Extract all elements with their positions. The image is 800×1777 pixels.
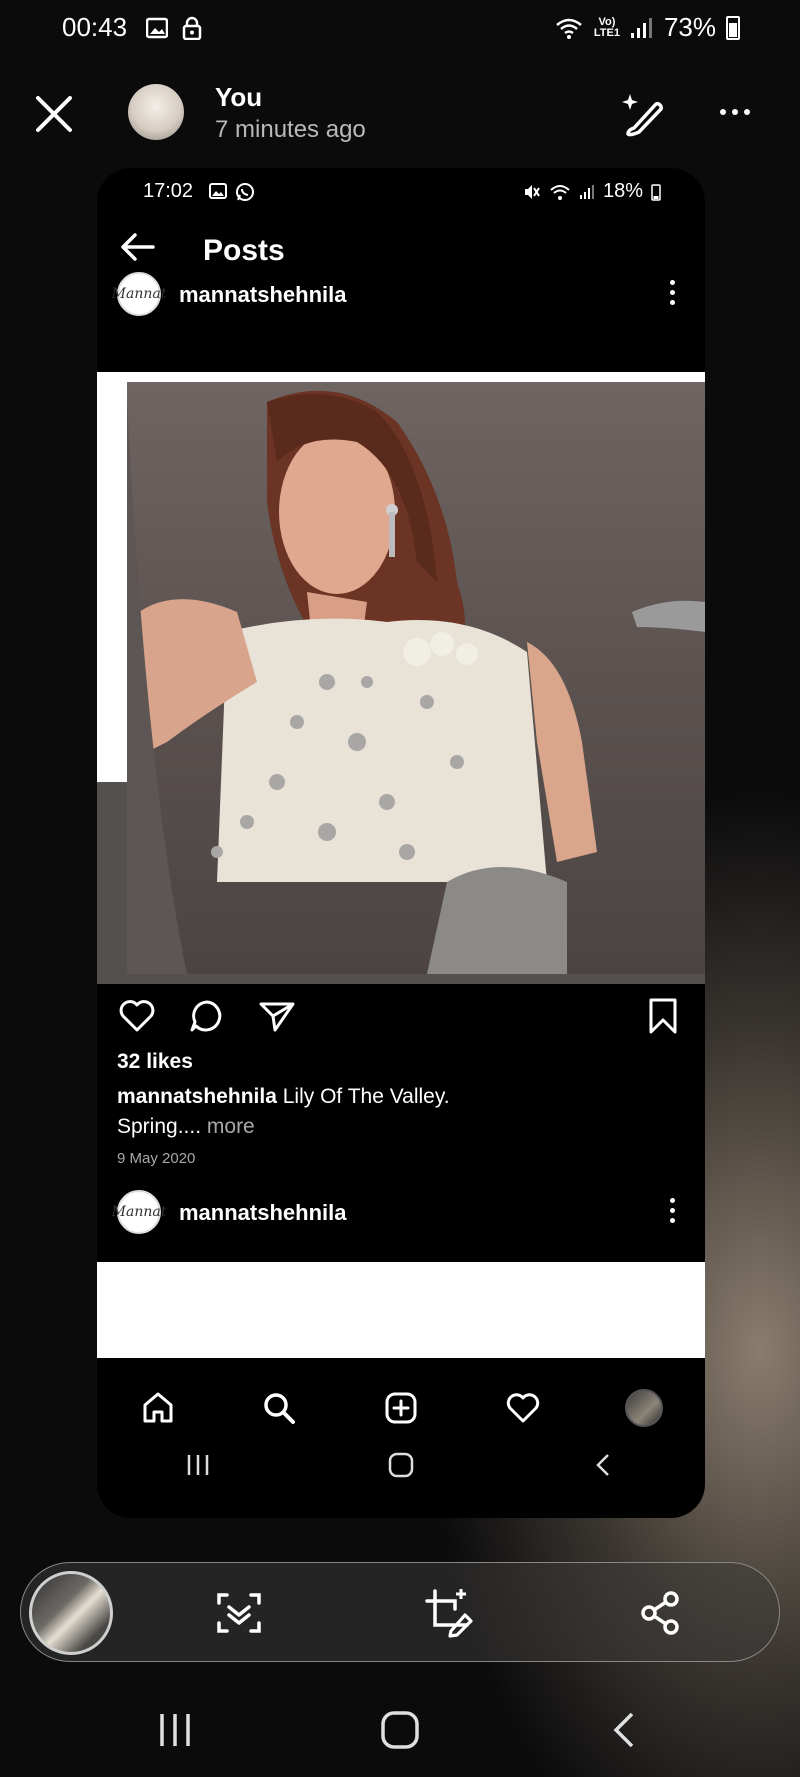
post-menu-button[interactable] xyxy=(667,1198,677,1228)
caption-line2: Spring.... xyxy=(117,1115,202,1138)
share-icon[interactable] xyxy=(633,1585,689,1641)
screenshot-preview[interactable]: 17:02 18% Posts Mannat mannatshehnila 32… xyxy=(97,168,705,1518)
heart-icon[interactable] xyxy=(504,1389,542,1427)
screenshot-system-nav xyxy=(97,1440,705,1490)
share-send-icon[interactable] xyxy=(257,996,297,1036)
model-illustration xyxy=(127,390,705,974)
profile-avatar[interactable] xyxy=(625,1389,664,1427)
post-username[interactable]: mannatshehnila xyxy=(179,1200,346,1226)
post-image[interactable] xyxy=(97,1262,705,1358)
recent-apps-icon xyxy=(188,1455,209,1475)
caption-more-link[interactable]: more xyxy=(207,1115,255,1138)
gallery-icon xyxy=(146,17,168,39)
likes-count[interactable]: 32 likes xyxy=(117,1050,193,1074)
gallery-icon xyxy=(209,183,227,199)
lock-icon xyxy=(182,16,202,40)
app-bottom-nav xyxy=(97,1380,705,1436)
back-arrow-icon[interactable] xyxy=(117,230,157,264)
home-icon[interactable] xyxy=(139,1389,177,1427)
like-heart-icon[interactable] xyxy=(117,996,157,1036)
wifi-icon xyxy=(556,18,582,39)
battery-icon xyxy=(651,183,661,201)
battery-icon xyxy=(726,15,740,40)
caption-username[interactable]: mannatshehnila xyxy=(117,1085,277,1108)
photo-background xyxy=(127,382,705,974)
viewer-time-ago: 7 minutes ago xyxy=(215,116,366,143)
home-button-icon xyxy=(388,1452,414,1478)
post-image[interactable] xyxy=(97,372,705,984)
scan-text-icon[interactable] xyxy=(211,1585,267,1641)
add-post-icon[interactable] xyxy=(382,1389,420,1427)
avatar-logo-text: Mannat xyxy=(111,1204,167,1220)
home-button[interactable] xyxy=(381,1711,419,1749)
status-time: 00:43 xyxy=(62,12,128,42)
more-options-button[interactable] xyxy=(715,95,755,129)
screenshot-status-right: 18% xyxy=(523,180,661,203)
avatar-logo-text: Mannat xyxy=(111,286,167,302)
caption-text: Lily Of The Valley. xyxy=(282,1085,450,1108)
screenshot-thumbnail[interactable] xyxy=(29,1571,113,1655)
wifi-icon xyxy=(550,184,570,200)
back-button[interactable] xyxy=(613,1712,634,1748)
post-username[interactable]: mannatshehnila xyxy=(179,282,346,308)
page-title: Posts xyxy=(203,234,285,267)
volte-icon: Vo) LTE1 xyxy=(593,15,620,39)
ai-edit-brush-icon[interactable] xyxy=(618,88,668,138)
screenshot-status-time: 17:02 xyxy=(143,180,194,202)
post-menu-button[interactable] xyxy=(667,280,677,310)
avatar[interactable] xyxy=(128,84,184,140)
edit-crop-icon[interactable] xyxy=(421,1585,477,1641)
signal-icon xyxy=(630,17,652,38)
close-icon[interactable] xyxy=(30,90,78,138)
back-icon xyxy=(595,1454,609,1476)
signal-icon xyxy=(579,184,594,199)
bookmark-icon[interactable] xyxy=(645,996,681,1036)
status-right: Vo) LTE1 73% xyxy=(554,12,740,43)
search-icon[interactable] xyxy=(260,1389,298,1427)
viewer-user-name: You xyxy=(215,82,263,112)
status-left-icons xyxy=(146,16,202,40)
screenshot-toolbar xyxy=(20,1562,780,1662)
battery-percent: 73% xyxy=(663,12,716,42)
screenshot-status-icons xyxy=(209,182,255,202)
mute-icon xyxy=(524,184,540,199)
system-nav-bar xyxy=(160,1711,634,1749)
whatsapp-icon xyxy=(236,183,254,201)
recent-apps-button[interactable] xyxy=(160,1714,190,1746)
post-avatar[interactable]: Mannat xyxy=(112,272,166,316)
post-avatar[interactable]: Mannat xyxy=(112,1190,166,1234)
screenshot-battery: 18% xyxy=(602,180,643,202)
post-actions xyxy=(117,996,297,1036)
comment-icon[interactable] xyxy=(187,996,227,1036)
post-caption: mannatshehnila Lily Of The Valley. Sprin… xyxy=(117,1082,677,1142)
post-date: 9 May 2020 xyxy=(117,1150,196,1167)
